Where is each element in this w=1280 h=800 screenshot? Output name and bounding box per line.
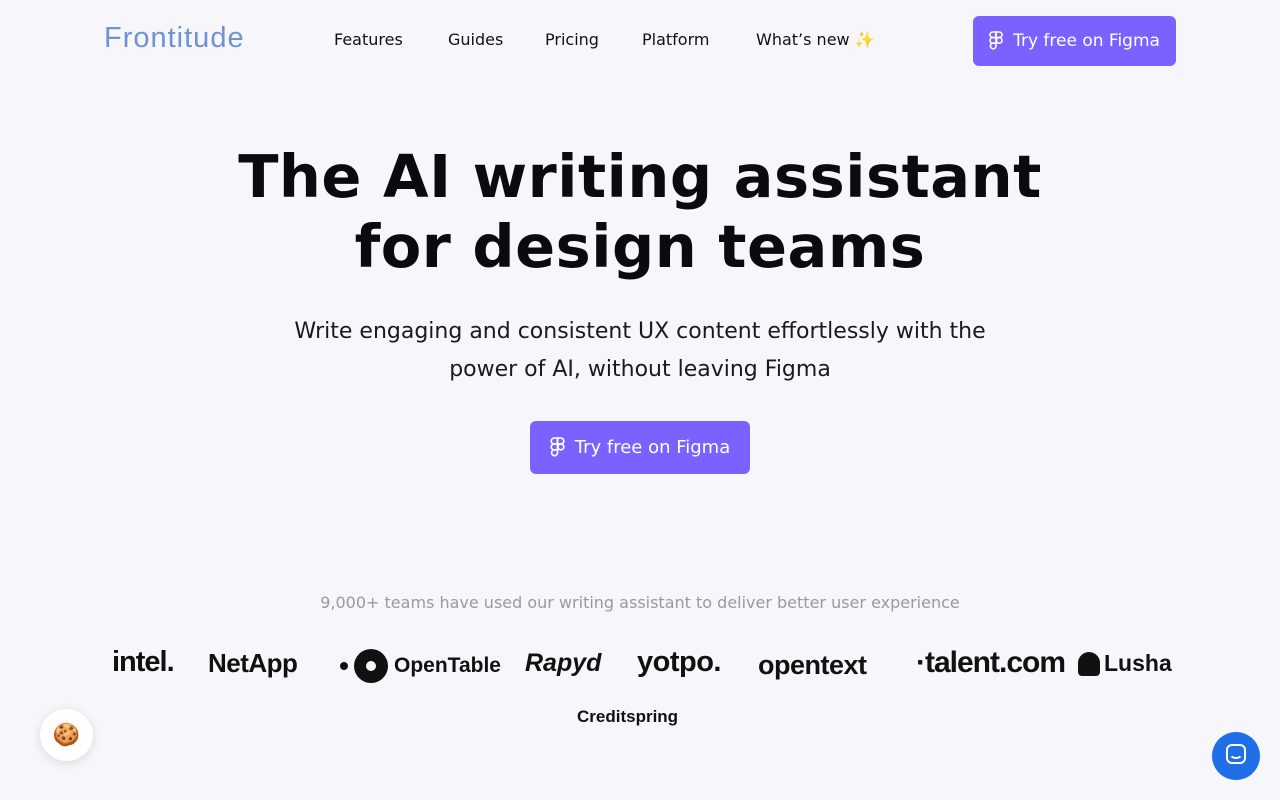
header-try-figma-button[interactable]: Try free on Figma [973,16,1176,66]
headline-line-2: for design teams [354,212,926,281]
sparkles-icon: ✨ [854,30,875,49]
cookie-icon: 🍪 [52,722,81,748]
opentable-ring-icon [354,649,388,683]
lusha-wordmark: Lusha [1104,650,1172,676]
logo-opentable: OpenTable [340,648,501,684]
nav-whats-new-label: What’s new [756,30,850,49]
header-cta-label: Try free on Figma [1013,31,1160,51]
hero-headline: The AI writing assistant for design team… [0,142,1280,282]
chat-launcher-button[interactable] [1212,732,1260,780]
hero-try-figma-button[interactable]: Try free on Figma [530,421,750,474]
logo-lusha: Lusha [1078,650,1172,677]
subheadline-line-1: Write engaging and consistent UX content… [294,319,986,344]
figma-icon [989,31,1003,51]
nav-platform[interactable]: Platform [642,30,709,49]
hero-cta-label: Try free on Figma [574,437,731,458]
nav-guides[interactable]: Guides [448,30,503,49]
opentable-wordmark: OpenTable [394,654,501,677]
nav-whats-new[interactable]: What’s new ✨ [756,30,875,49]
opentable-dot-icon [340,662,348,670]
logo-yotpo: yotpo. [637,646,722,678]
figma-icon [550,437,565,458]
subheadline-line-2: power of AI, without leaving Figma [449,357,831,382]
site-logo[interactable]: Frontitude [104,22,245,55]
headline-line-1: The AI writing assistant [238,142,1042,211]
cookie-settings-button[interactable]: 🍪 [40,709,93,761]
chat-icon [1224,742,1248,770]
logo-netapp: NetApp [208,648,298,678]
nav-pricing[interactable]: Pricing [545,30,599,49]
logo-opentext: opentext [758,650,867,680]
lusha-person-icon [1078,651,1100,676]
hero-subheadline: Write engaging and consistent UX content… [0,313,1280,389]
logo-rapyd: Rapyd [525,649,602,677]
logo-talent: ·talent.com [916,646,1066,679]
logo-intel: intel. [112,646,175,678]
logo-creditspring: Creditspring [577,707,679,726]
nav-features[interactable]: Features [334,30,403,49]
social-proof-tagline: 9,000+ teams have used our writing assis… [320,593,960,612]
